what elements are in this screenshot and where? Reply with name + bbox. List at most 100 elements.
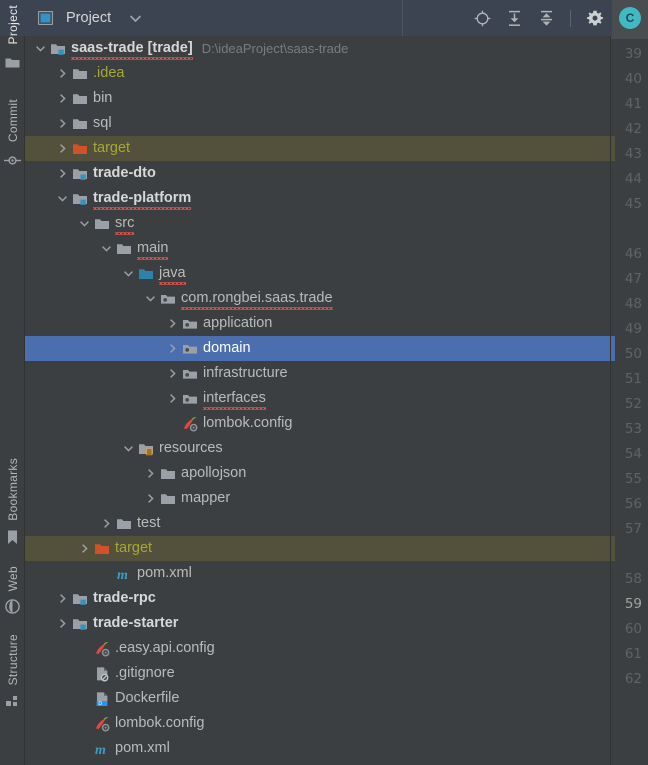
select-opened-file-icon[interactable] <box>471 7 493 29</box>
tree-row[interactable]: target <box>25 536 610 561</box>
tree-row[interactable]: infrastructure <box>25 361 610 386</box>
chevron-right-icon[interactable] <box>57 68 68 79</box>
gutter-line-number[interactable]: 58 <box>625 571 642 587</box>
rail-item-project[interactable]: Project <box>6 2 20 47</box>
chevron-right-icon[interactable] <box>57 93 68 104</box>
chevron-right-icon[interactable] <box>57 168 68 179</box>
tree-row[interactable]: domain <box>25 336 610 361</box>
gutter-line-number[interactable]: 48 <box>625 296 642 312</box>
web-globe-icon[interactable] <box>4 597 22 615</box>
tree-row-label: interfaces <box>203 390 266 410</box>
chevron-right-icon[interactable] <box>57 143 68 154</box>
gutter-line-number[interactable]: 54 <box>625 446 642 462</box>
chevron-down-icon[interactable] <box>123 268 134 279</box>
tree-row[interactable]: test <box>25 511 610 536</box>
chevron-right-icon[interactable] <box>79 543 90 554</box>
panel-title-group[interactable]: Project <box>25 10 143 26</box>
tree-row[interactable]: com.rongbei.saas.trade <box>25 286 610 311</box>
tree-row[interactable]: interfaces <box>25 386 610 411</box>
chevron-right-icon[interactable] <box>101 518 112 529</box>
chevron-right-icon[interactable] <box>145 493 156 504</box>
gutter-line-number[interactable]: 59 <box>625 596 642 612</box>
chevron-right-icon[interactable] <box>167 343 178 354</box>
tree-row[interactable]: .gitignore <box>25 661 610 686</box>
tree-row[interactable]: java <box>25 261 610 286</box>
tree-row[interactable]: lombok.config <box>25 711 610 736</box>
tree-row[interactable]: trade-dto <box>25 161 610 186</box>
tree-row[interactable]: mapper <box>25 486 610 511</box>
chevron-down-icon[interactable] <box>123 443 134 454</box>
tree-row-label: main <box>137 240 169 260</box>
expand-all-icon[interactable] <box>503 7 525 29</box>
tree-row[interactable]: .idea <box>25 61 610 86</box>
chevron-down-icon[interactable] <box>101 243 112 254</box>
chevron-right-icon[interactable] <box>167 318 178 329</box>
gutter-line-number[interactable]: 49 <box>625 321 642 337</box>
chevron-right-icon[interactable] <box>167 368 178 379</box>
tree-row[interactable]: trade-rpc <box>25 586 610 611</box>
gutter-line-number[interactable]: 57 <box>625 521 642 537</box>
rail-item-commit[interactable]: Commit <box>6 96 20 145</box>
gutter-line-number[interactable]: 39 <box>625 46 642 62</box>
tree-row[interactable]: apollojson <box>25 461 610 486</box>
gutter-line-number[interactable]: 60 <box>625 621 642 637</box>
chevron-down-icon[interactable] <box>57 193 68 204</box>
gutter-line-number[interactable]: 50 <box>625 346 642 362</box>
collapse-all-icon[interactable] <box>535 7 557 29</box>
tree-row[interactable]: resources <box>25 436 610 461</box>
gutter-top-strip <box>611 36 648 39</box>
chevron-right-icon[interactable] <box>57 593 68 604</box>
tree-row[interactable]: m pom.xml <box>25 736 610 761</box>
gutter-line-number[interactable]: 52 <box>625 396 642 412</box>
rail-item-bookmarks[interactable]: Bookmarks <box>6 455 20 524</box>
editor-gutter[interactable]: 39 40 41 42 43 44 45 46 47 48 49 50 51 52 53 54 55 56 57 58… <box>610 36 648 765</box>
folder-icon <box>160 491 176 507</box>
tree-row[interactable]: trade-starter <box>25 611 610 636</box>
gutter-line-number[interactable]: 62 <box>625 671 642 687</box>
tree-row[interactable]: main <box>25 236 610 261</box>
avatar-container[interactable]: C <box>612 0 648 36</box>
tree-row[interactable]: target <box>25 136 610 161</box>
gutter-line-number[interactable]: 43 <box>625 146 642 162</box>
gutter-line-number[interactable]: 47 <box>625 271 642 287</box>
rail-item-web[interactable]: Web <box>6 563 20 594</box>
structure-icon[interactable] <box>4 692 22 710</box>
gutter-line-number[interactable]: 45 <box>625 196 642 212</box>
chevron-right-icon[interactable] <box>167 393 178 404</box>
chevron-right-icon[interactable] <box>145 468 156 479</box>
tree-row[interactable]: m pom.xml <box>25 561 610 586</box>
gutter-line-number[interactable]: 51 <box>625 371 642 387</box>
gutter-line-number[interactable]: 44 <box>625 171 642 187</box>
chevron-right-icon[interactable] <box>57 118 68 129</box>
tree-row[interactable]: saas-trade [trade] D:\ideaProject\saas-tr… <box>25 36 610 61</box>
chevron-down-icon[interactable] <box>127 10 143 26</box>
commit-icon[interactable] <box>4 151 22 169</box>
folder-icon[interactable] <box>4 53 22 71</box>
tree-row[interactable]: sql <box>25 111 610 136</box>
tree-row[interactable]: D Dockerfile <box>25 686 610 711</box>
gutter-line-number[interactable]: 61 <box>625 646 642 662</box>
bookmark-icon[interactable] <box>4 529 22 547</box>
tree-row[interactable]: trade-platform <box>25 186 610 211</box>
rail-item-structure[interactable]: Structure <box>6 631 20 688</box>
tree-row[interactable]: src <box>25 211 610 236</box>
tree-row[interactable]: lombok.config <box>25 411 610 436</box>
chevron-right-icon[interactable] <box>57 618 68 629</box>
settings-gear-icon[interactable] <box>584 7 606 29</box>
tree-row[interactable]: bin <box>25 86 610 111</box>
gutter-line-number[interactable]: 55 <box>625 471 642 487</box>
project-tree[interactable]: saas-trade [trade] D:\ideaProject\saas-tr… <box>25 36 610 765</box>
gutter-line-number[interactable]: 42 <box>625 121 642 137</box>
avatar[interactable]: C <box>619 7 641 29</box>
chevron-down-icon[interactable] <box>35 43 46 54</box>
tree-row[interactable]: application <box>25 311 610 336</box>
gutter-line-number[interactable]: 46 <box>625 246 642 262</box>
gutter-line-number[interactable]: 53 <box>625 421 642 437</box>
gutter-line-number[interactable]: 41 <box>625 96 642 112</box>
gutter-line-number[interactable]: 40 <box>625 71 642 87</box>
tree-row[interactable]: .easy.api.config <box>25 636 610 661</box>
chevron-down-icon[interactable] <box>79 218 90 229</box>
tree-row-label: .gitignore <box>115 665 175 682</box>
chevron-down-icon[interactable] <box>145 293 156 304</box>
gutter-line-number[interactable]: 56 <box>625 496 642 512</box>
